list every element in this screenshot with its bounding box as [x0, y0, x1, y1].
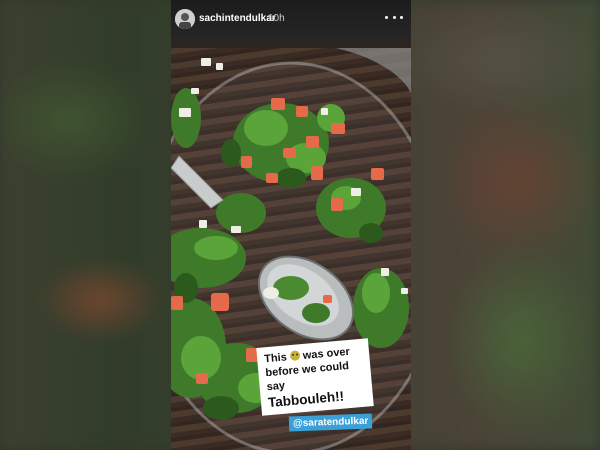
story-viewer[interactable]: sachintendulkar 10h This was over before… [171, 0, 411, 450]
mention-tag[interactable]: @saratendulkar [288, 413, 373, 432]
story-username[interactable]: sachintendulkar [199, 13, 276, 24]
more-horizontal-icon[interactable] [385, 10, 403, 24]
story-header: sachintendulkar 10h [171, 0, 411, 40]
avatar[interactable] [175, 9, 195, 29]
caption-line1-before: This [263, 351, 288, 366]
smiling-face-icon [289, 350, 301, 362]
caption-sticker: This was over before we could say Tabbou… [256, 338, 374, 416]
story-timestamp: 10h [268, 13, 285, 24]
more-dot [392, 15, 396, 19]
more-dot [385, 15, 388, 19]
more-dot [400, 15, 403, 19]
avatar-image [175, 9, 195, 29]
